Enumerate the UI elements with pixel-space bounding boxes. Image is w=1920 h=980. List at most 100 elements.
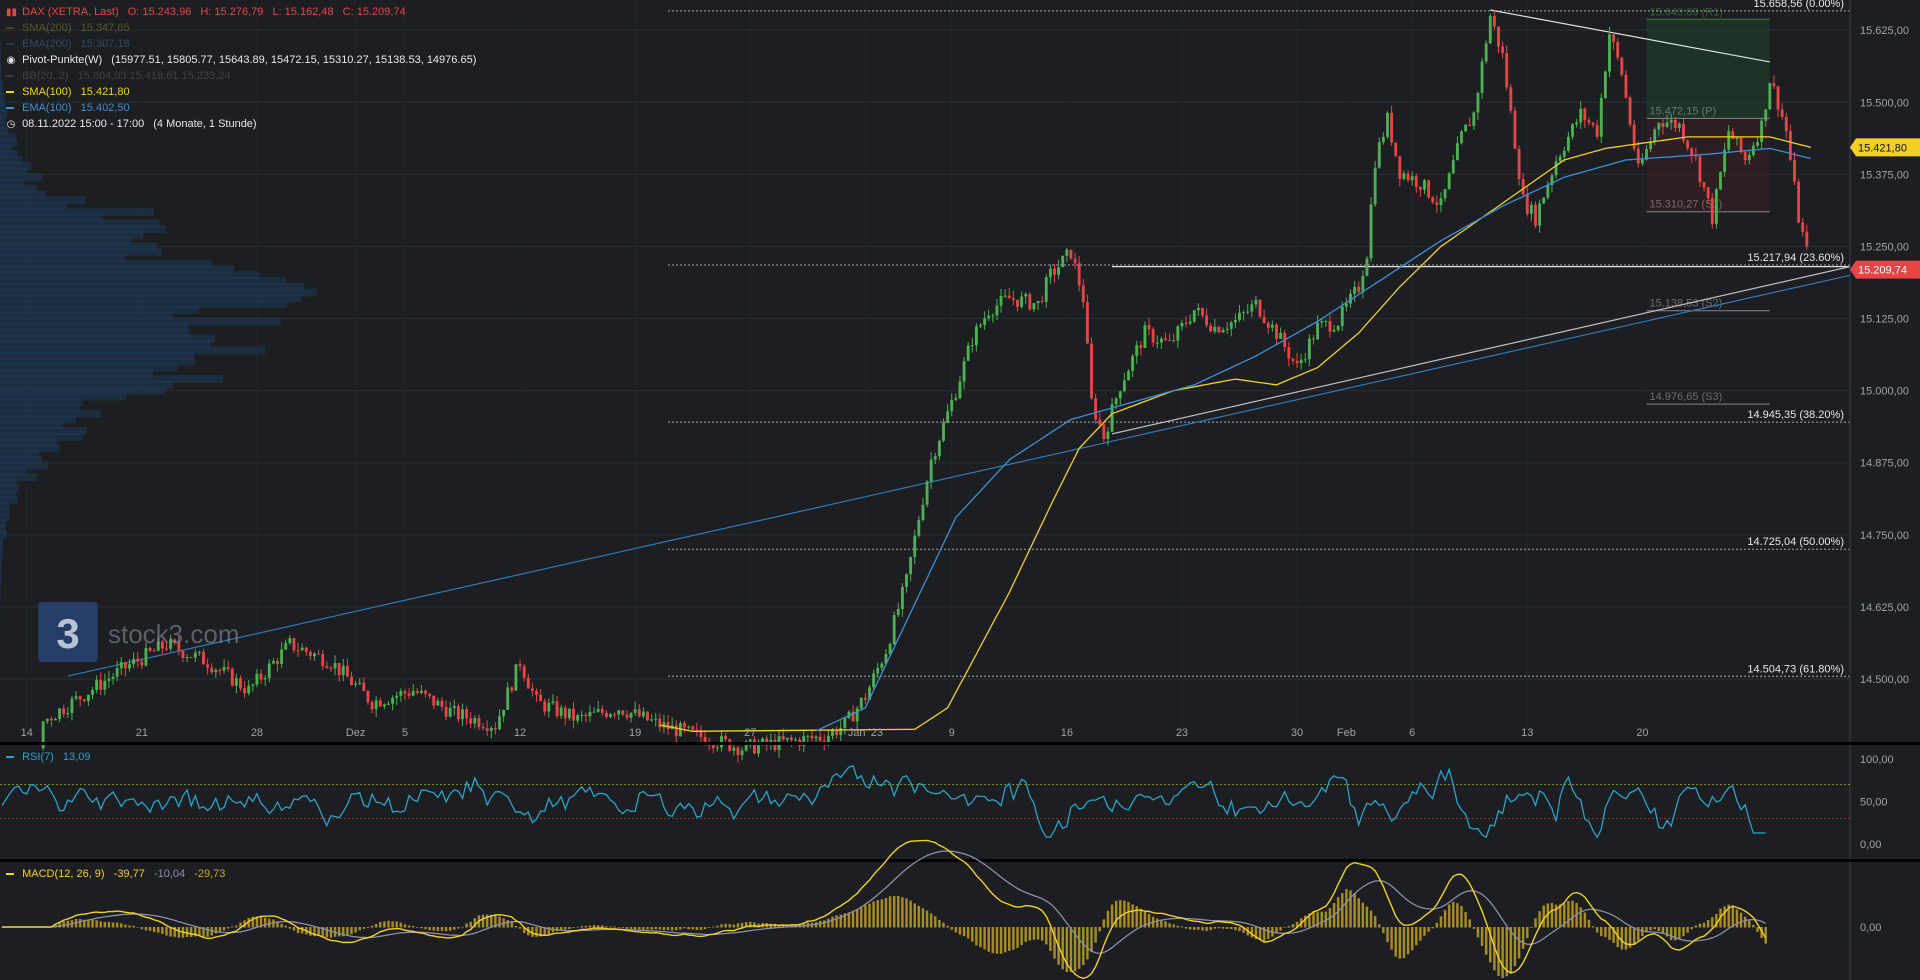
low-value: L: 15.162,48 bbox=[272, 6, 334, 18]
macd-histogram-bar bbox=[950, 927, 953, 930]
macd-histogram-bar bbox=[1069, 927, 1073, 973]
legend-ema200[interactable]: EMA(200) 15.307,18 bbox=[6, 38, 130, 50]
macd-histogram-bar bbox=[605, 926, 608, 928]
candle-body bbox=[674, 725, 678, 737]
candle-body bbox=[794, 739, 797, 741]
candle-body bbox=[1233, 319, 1237, 323]
macd-histogram-bar bbox=[1361, 902, 1365, 928]
candle-body bbox=[1562, 150, 1566, 157]
candle-body bbox=[263, 678, 267, 680]
legend-range[interactable]: ◷ 08.11.2022 15:00 - 17:00 (4 Monate, 1 … bbox=[6, 118, 257, 130]
price-tick-label: 14.500,00 bbox=[1860, 674, 1909, 686]
candle-body bbox=[1386, 112, 1389, 137]
chart-type-icon[interactable]: ▮▮ bbox=[6, 7, 17, 18]
candle-body bbox=[350, 676, 353, 685]
candle-body bbox=[1188, 321, 1192, 324]
candle-body bbox=[473, 717, 477, 724]
candle-body bbox=[1464, 124, 1468, 132]
macd-histogram-bar bbox=[177, 927, 181, 938]
macd-histogram-bar bbox=[1094, 927, 1097, 943]
candle-body bbox=[1122, 380, 1126, 392]
candle-body bbox=[1106, 431, 1110, 439]
candle-body bbox=[54, 719, 57, 721]
macd-histogram-bar bbox=[1748, 920, 1751, 928]
macd-histogram-bar bbox=[876, 900, 879, 928]
candle-body bbox=[107, 678, 111, 681]
macd-histogram-bar bbox=[461, 926, 464, 928]
candle-body bbox=[1069, 249, 1073, 259]
candle-body bbox=[629, 712, 633, 718]
macd-histogram-bar bbox=[736, 923, 740, 928]
macd-histogram-bar bbox=[1443, 910, 1447, 928]
macd-histogram-bar bbox=[864, 905, 867, 928]
chart-background bbox=[0, 0, 1920, 980]
legend-pivot[interactable]: ◉ Pivot-Punkte(W) (15977.51, 15805.77, 1… bbox=[6, 54, 477, 66]
candle-body bbox=[448, 708, 452, 717]
candle-body bbox=[296, 650, 300, 652]
candle-body bbox=[979, 324, 982, 327]
candle-body bbox=[1176, 326, 1180, 341]
macd-histogram-bar bbox=[395, 921, 398, 928]
candle-body bbox=[1394, 142, 1398, 156]
macd-histogram-bar bbox=[1682, 927, 1685, 937]
candle-body bbox=[189, 657, 193, 659]
macd-histogram-bar bbox=[1147, 914, 1151, 928]
macd-histogram-bar bbox=[218, 927, 222, 932]
candle-body bbox=[1361, 275, 1365, 292]
candle-body bbox=[958, 381, 962, 399]
candle-body bbox=[456, 706, 460, 720]
candle-body bbox=[543, 701, 547, 712]
candle-body bbox=[1192, 310, 1196, 322]
candle-body bbox=[1324, 320, 1328, 322]
macd-histogram-bar bbox=[938, 919, 941, 928]
candle-body bbox=[1139, 345, 1143, 348]
candle-body bbox=[1760, 120, 1764, 142]
candle-body bbox=[1435, 202, 1439, 206]
macd-histogram-bar bbox=[1028, 927, 1032, 941]
candle-body bbox=[1196, 308, 1200, 311]
candle-body bbox=[485, 728, 489, 731]
time-tick-label: 23 bbox=[1176, 727, 1188, 739]
candle-body bbox=[1291, 358, 1295, 361]
candle-body bbox=[387, 703, 390, 705]
candle-body bbox=[547, 703, 551, 712]
chart-canvas[interactable]: 15.643,89 (R1)15.472,15 (P)15.310,27 (S1… bbox=[0, 0, 1920, 980]
candle-body bbox=[489, 728, 493, 731]
candle-body bbox=[1455, 143, 1459, 161]
ema100-label: EMA(100) bbox=[22, 102, 72, 114]
macd-tick-label: 0,00 bbox=[1860, 922, 1881, 934]
candle-body bbox=[1102, 424, 1106, 439]
rsi-label: RSI(7) bbox=[22, 751, 54, 763]
candle-body bbox=[424, 690, 427, 694]
candle-body bbox=[905, 574, 908, 587]
candle-body bbox=[999, 295, 1003, 306]
time-tick-label: Dez bbox=[346, 727, 366, 739]
macd-histogram-bar bbox=[424, 927, 427, 930]
candle-body bbox=[995, 305, 999, 316]
candle-body bbox=[1443, 189, 1447, 199]
macd-histogram-bar bbox=[675, 927, 678, 931]
rsi-value: 13,09 bbox=[62, 751, 91, 763]
time-tick-label: Jan '23 bbox=[848, 727, 883, 739]
legend-sma200[interactable]: SMA(200) 15.347,65 bbox=[6, 22, 130, 34]
candle-body bbox=[1381, 136, 1385, 143]
macd-histogram-bar bbox=[1624, 927, 1628, 950]
legend-rsi[interactable]: RSI(7) 13,09 bbox=[6, 751, 90, 763]
legend-sma100[interactable]: SMA(100) 15.421,80 bbox=[6, 86, 130, 98]
legend-ema100[interactable]: EMA(100) 15.402,50 bbox=[6, 102, 130, 114]
candle-body bbox=[267, 663, 271, 679]
macd-histogram-bar bbox=[1024, 927, 1027, 942]
macd-histogram-bar bbox=[695, 927, 699, 930]
candle-body bbox=[477, 717, 481, 728]
macd-histogram-bar bbox=[457, 927, 460, 929]
macd-histogram-bar bbox=[379, 921, 382, 928]
candle-body bbox=[1246, 311, 1250, 313]
candle-body bbox=[576, 715, 580, 721]
macd-histogram-bar bbox=[1653, 927, 1656, 930]
candle-body bbox=[1513, 110, 1517, 149]
candle-body bbox=[436, 700, 440, 706]
candle-body bbox=[1028, 294, 1032, 310]
instrument-legend[interactable]: ▮▮ DAX (XETRA, Last) O: 15.243,96 H: 15.… bbox=[6, 6, 406, 18]
legend-macd[interactable]: MACD(12, 26, 9) -39,77 -10,04 -29,73 bbox=[6, 868, 225, 880]
legend-bbands[interactable]: BB(20, 2) 15.604,03 15.418,61 15.233,24 bbox=[6, 70, 231, 82]
